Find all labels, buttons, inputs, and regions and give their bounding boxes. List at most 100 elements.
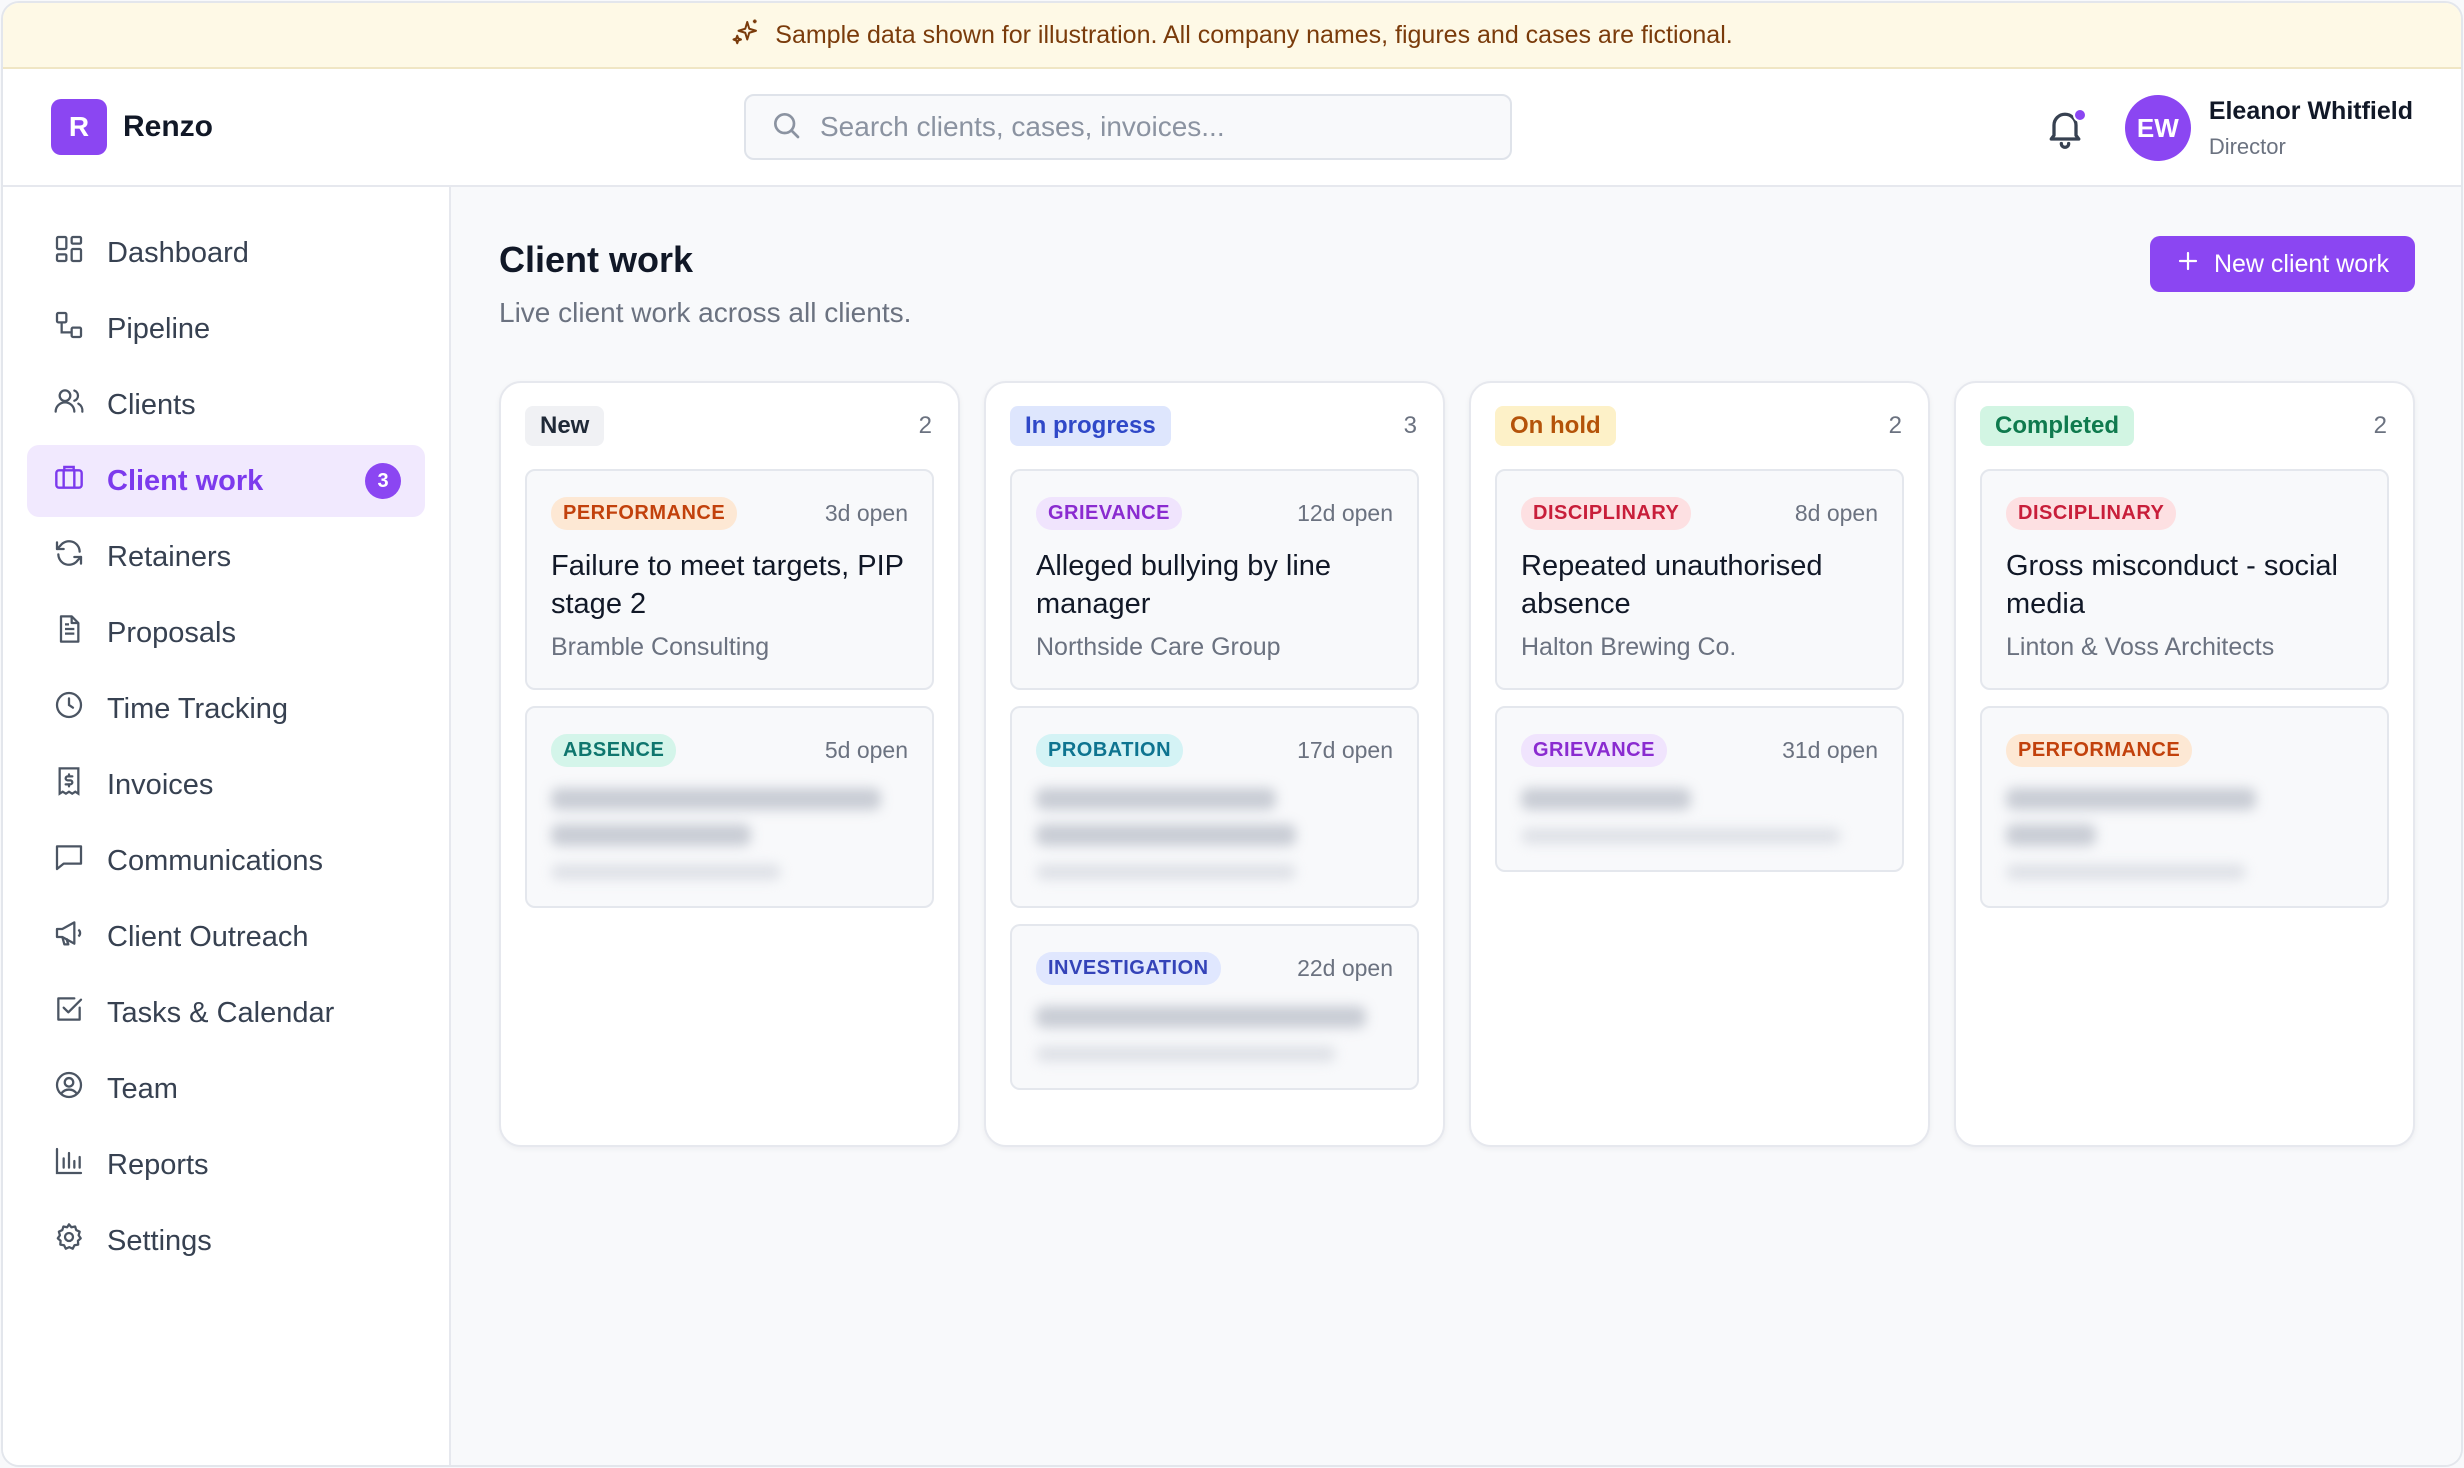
sidebar-item-label: Tasks & Calendar	[107, 996, 335, 1029]
sidebar-item-label: Retainers	[107, 540, 232, 573]
top-header: R Renzo EW E	[3, 69, 2461, 187]
column-status-pill: New	[525, 406, 605, 446]
days-open: 17d open	[1297, 736, 1393, 763]
redacted-content	[1521, 788, 1878, 844]
column-count: 2	[918, 412, 932, 439]
users-icon	[53, 385, 85, 425]
app-window: Sample data shown for illustration. All …	[1, 1, 2463, 1467]
redacted-content	[1036, 1006, 1393, 1062]
sidebar-item-client-work[interactable]: Client work 3	[27, 445, 425, 517]
briefcase-icon	[53, 461, 85, 501]
case-card[interactable]: PERFORMANCE	[1980, 706, 2389, 908]
sidebar-item-time-tracking[interactable]: Time Tracking	[27, 673, 425, 745]
header-right: EW Eleanor Whitfield Director	[2043, 69, 2413, 187]
brand-name: Renzo	[123, 110, 213, 143]
case-type-tag: DISCIPLINARY	[2006, 496, 2177, 530]
case-card[interactable]: DISCIPLINARY Gross misconduct - social m…	[1980, 469, 2389, 690]
case-title: Failure to meet targets, PIP stage 2	[551, 550, 904, 620]
new-client-work-button[interactable]: New client work	[2149, 236, 2415, 292]
column-in-progress: In progress 3 GRIEVANCE 12d open Alleged…	[984, 381, 1445, 1147]
case-card[interactable]: PROBATION 17d open	[1010, 706, 1419, 908]
case-title: Alleged bullying by line manager	[1036, 550, 1332, 620]
user-role: Director	[2208, 133, 2286, 159]
chat-icon	[53, 841, 85, 881]
case-type-tag: DISCIPLINARY	[1521, 496, 1692, 530]
document-icon	[53, 613, 85, 653]
days-open: 22d open	[1297, 954, 1393, 981]
sidebar-item-label: Time Tracking	[107, 692, 289, 725]
redacted-content	[551, 788, 908, 880]
user-info[interactable]: Eleanor Whitfield Director	[2209, 97, 2413, 160]
column-new: New 2 PERFORMANCE 3d open Failure to mee…	[499, 381, 960, 1147]
case-type-tag: PERFORMANCE	[2006, 733, 2193, 767]
sidebar-item-settings[interactable]: Settings	[27, 1205, 425, 1277]
sidebar-item-communications[interactable]: Communications	[27, 825, 425, 897]
sidebar-item-label: Client Outreach	[107, 920, 309, 953]
sidebar-item-retainers[interactable]: Retainers	[27, 521, 425, 593]
search-icon	[770, 109, 802, 146]
case-card[interactable]: INVESTIGATION 22d open	[1010, 924, 1419, 1090]
notifications-button[interactable]	[2043, 106, 2087, 150]
checkbox-icon	[53, 993, 85, 1033]
user-circle-icon	[53, 1069, 85, 1109]
case-card[interactable]: GRIEVANCE 31d open	[1495, 706, 1904, 872]
column-count: 2	[2373, 412, 2387, 439]
search-box[interactable]	[744, 94, 1512, 160]
invoice-icon	[53, 765, 85, 805]
redacted-content	[2006, 788, 2363, 880]
sidebar-item-label: Pipeline	[107, 312, 211, 345]
days-open: 12d open	[1297, 499, 1393, 526]
sidebar-item-pipeline[interactable]: Pipeline	[27, 293, 425, 365]
case-type-tag: GRIEVANCE	[1521, 733, 1667, 767]
search-input[interactable]	[820, 111, 1486, 143]
sidebar-item-clients[interactable]: Clients	[27, 369, 425, 441]
column-on-hold: On hold 2 DISCIPLINARY 8d open Repeated …	[1469, 381, 1930, 1147]
sidebar-item-label: Proposals	[107, 616, 236, 649]
count-badge: 3	[365, 463, 401, 499]
redacted-content	[1036, 788, 1393, 880]
case-title: Gross misconduct - social media	[2006, 550, 2338, 620]
case-client: Linton & Voss Architects	[2006, 633, 2275, 661]
sidebar-item-reports[interactable]: Reports	[27, 1129, 425, 1201]
case-client: Northside Care Group	[1036, 633, 1281, 661]
column-status-pill: Completed	[1980, 406, 2135, 446]
case-card[interactable]: ABSENCE 5d open	[525, 706, 934, 908]
sample-data-banner: Sample data shown for illustration. All …	[3, 3, 2461, 69]
brand[interactable]: R Renzo	[51, 99, 213, 155]
column-completed: Completed 2 DISCIPLINARY Gross misconduc…	[1954, 381, 2415, 1147]
plus-icon	[2176, 249, 2200, 280]
column-status-pill: On hold	[1495, 406, 1616, 446]
sidebar-item-client-outreach[interactable]: Client Outreach	[27, 901, 425, 973]
sidebar-item-tasks-calendar[interactable]: Tasks & Calendar	[27, 977, 425, 1049]
sidebar-item-dashboard[interactable]: Dashboard	[27, 217, 425, 289]
case-card[interactable]: GRIEVANCE 12d open Alleged bullying by l…	[1010, 469, 1419, 690]
avatar[interactable]: EW	[2124, 95, 2191, 161]
sidebar-item-team[interactable]: Team	[27, 1053, 425, 1125]
column-status-pill: In progress	[1010, 406, 1171, 446]
sidebar-item-invoices[interactable]: Invoices	[27, 749, 425, 821]
megaphone-icon	[53, 917, 85, 957]
clock-icon	[53, 689, 85, 729]
sidebar-item-label: Invoices	[107, 768, 214, 801]
case-type-tag: PROBATION	[1036, 733, 1184, 767]
dashboard-icon	[53, 233, 85, 273]
case-title: Repeated unauthorised absence	[1521, 550, 1823, 620]
sidebar-item-label: Team	[107, 1072, 178, 1105]
main-content: Client work Live client work across all …	[451, 187, 2461, 1465]
sidebar-item-label: Settings	[107, 1224, 212, 1257]
case-type-tag: ABSENCE	[551, 733, 677, 767]
case-type-tag: PERFORMANCE	[551, 496, 738, 530]
sparkle-icon	[731, 17, 761, 54]
sidebar-item-label: Communications	[107, 844, 323, 877]
case-card[interactable]: PERFORMANCE 3d open Failure to meet targ…	[525, 469, 934, 690]
bar-chart-icon	[53, 1145, 85, 1185]
case-card[interactable]: DISCIPLINARY 8d open Repeated unauthoris…	[1495, 469, 1904, 690]
page-title: Client work	[499, 239, 694, 280]
sidebar-item-proposals[interactable]: Proposals	[27, 597, 425, 669]
days-open: 31d open	[1782, 736, 1878, 763]
refresh-icon	[53, 537, 85, 577]
column-count: 2	[1888, 412, 1902, 439]
gear-icon	[53, 1221, 85, 1261]
case-type-tag: GRIEVANCE	[1036, 496, 1182, 530]
banner-text: Sample data shown for illustration. All …	[775, 20, 1733, 49]
